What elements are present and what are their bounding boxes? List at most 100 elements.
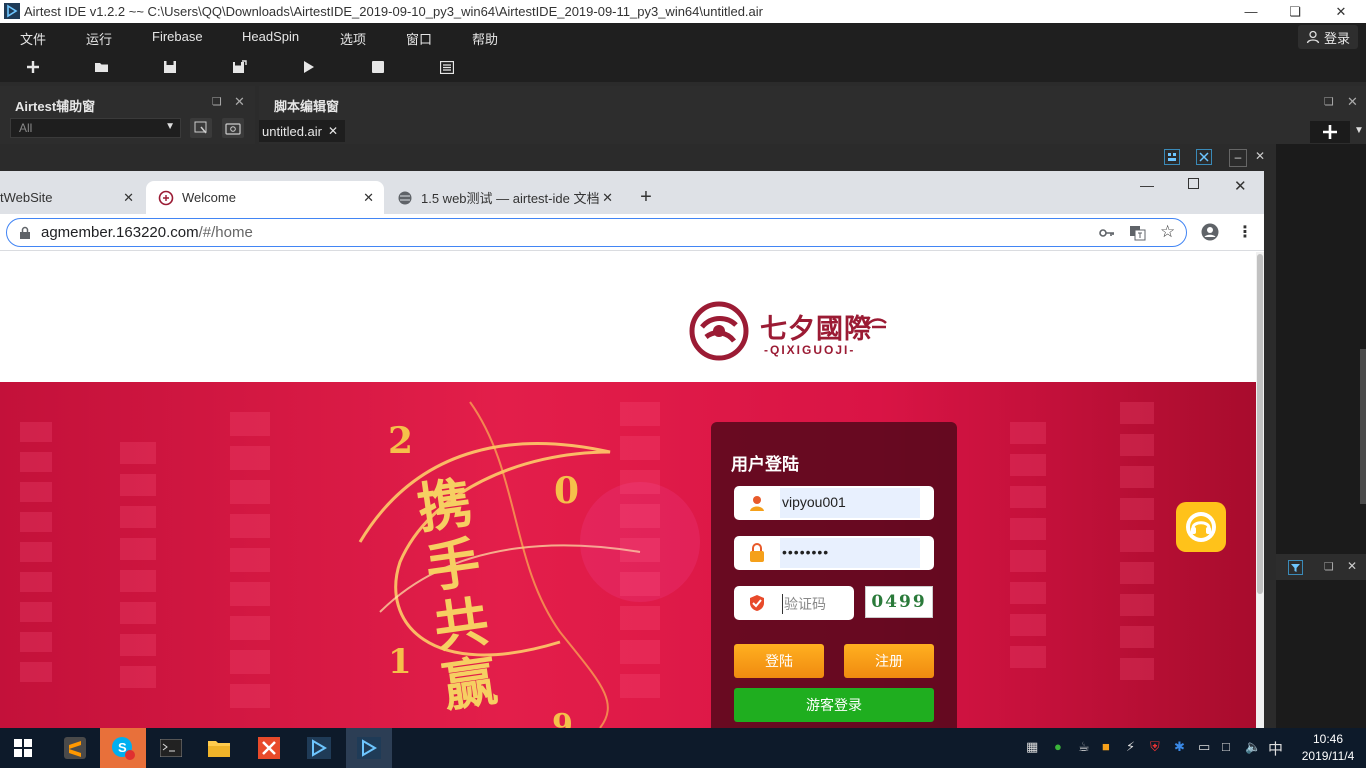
captcha-field[interactable]: 验证码	[734, 586, 854, 620]
browser-toolbar: agmember.163220.com/#/home ☆ ⋮	[0, 214, 1264, 251]
skype-app[interactable]: S	[100, 728, 146, 768]
plus-icon	[27, 61, 39, 73]
menu-options[interactable]: 选项	[340, 29, 366, 48]
float-panel-icon[interactable]: ❏	[212, 95, 222, 108]
menu-file[interactable]: 文件	[20, 29, 46, 48]
clock[interactable]: 10:46 2019/11/4	[1290, 731, 1366, 765]
float-editor-icon[interactable]: ❏	[1324, 95, 1334, 108]
bluetooth-icon[interactable]: ✱	[1174, 739, 1185, 755]
browser-minimize-button[interactable]: —	[1140, 177, 1154, 193]
close-window-button[interactable]: ✕	[1318, 0, 1364, 23]
editor-panel-title: 脚本编辑窗	[274, 99, 340, 114]
new-tab-button[interactable]	[1310, 121, 1350, 143]
menu-headspin[interactable]: HeadSpin	[242, 29, 299, 44]
airtest-app-2[interactable]	[346, 728, 392, 768]
banner-digit-9: 9	[552, 708, 573, 728]
profile-icon[interactable]	[1201, 223, 1219, 241]
web-page: 七夕國際 -QIXIGUOJI- 2 0 1 9 携手共赢 用户登陆 vipyo…	[0, 252, 1256, 728]
address-bar[interactable]: agmember.163220.com/#/home ☆	[6, 218, 1187, 247]
user-icon	[1306, 30, 1320, 44]
tools-icon[interactable]	[1196, 149, 1212, 165]
file-explorer-app[interactable]	[196, 728, 242, 768]
menu-run[interactable]: 运行	[86, 29, 112, 48]
close-device-icon[interactable]: ✕	[1255, 149, 1265, 163]
guest-login-button[interactable]: 游客登录	[734, 688, 934, 722]
captcha-image[interactable]: 0499	[865, 586, 933, 618]
browser-tab-welcome[interactable]: Welcome ✕	[146, 181, 384, 214]
dock-scrollbar[interactable]	[1360, 349, 1366, 504]
sublime-app[interactable]	[52, 728, 98, 768]
select-element-button[interactable]	[190, 118, 212, 138]
minimize-button[interactable]: —	[1228, 0, 1274, 23]
register-button[interactable]: 注册	[844, 644, 934, 678]
editor-tab-untitled[interactable]: untitled.air ✕	[259, 120, 345, 142]
key-icon[interactable]	[1099, 227, 1115, 239]
new-browser-tab-button[interactable]: +	[635, 187, 657, 209]
menu-help[interactable]: 帮助	[472, 29, 498, 48]
sublime-icon	[64, 737, 86, 759]
translate-icon[interactable]	[1129, 225, 1146, 241]
log-button[interactable]	[436, 56, 458, 78]
globe-icon	[398, 191, 412, 204]
menu-window[interactable]: 窗口	[406, 29, 432, 48]
close-tab-icon[interactable]: ✕	[363, 190, 374, 206]
close-panel-icon[interactable]: ✕	[234, 94, 245, 110]
toolbar	[0, 51, 1366, 82]
stop-button[interactable]	[367, 56, 389, 78]
record-button[interactable]	[222, 118, 244, 138]
menu-firebase[interactable]: Firebase	[152, 29, 203, 44]
browser-tab-airtest-docs[interactable]: 1.5 web测试 — airtest-ide 文档 ✕	[385, 181, 623, 214]
tab-menu-chevron-icon[interactable]: ▼	[1354, 125, 1364, 136]
close-tab-icon[interactable]: ✕	[602, 190, 613, 206]
browser-tab-website[interactable]: tWebSite ✕	[0, 181, 144, 214]
password-field[interactable]: ••••••••	[734, 536, 934, 570]
customer-service-button[interactable]	[1176, 502, 1226, 552]
airtest-ide-window: Airtest IDE v1.2.2 ~~ C:\Users\QQ\Downlo…	[0, 0, 1366, 768]
save-as-button[interactable]	[228, 56, 250, 78]
banner-digit-2: 2	[388, 420, 414, 462]
close-editor-icon[interactable]: ✕	[1347, 94, 1358, 110]
volume-muted-icon[interactable]: 🔈	[1245, 739, 1261, 755]
ime-indicator[interactable]: 中	[1268, 738, 1283, 759]
password-value: ••••••••	[782, 544, 830, 560]
banner-background	[20, 401, 1154, 728]
close-tab-icon[interactable]: ✕	[328, 124, 338, 138]
clock-time: 10:46	[1312, 732, 1344, 746]
xmind-app[interactable]	[246, 728, 292, 768]
page-scrollbar-thumb[interactable]	[1257, 254, 1263, 594]
battery-icon[interactable]: ▭	[1198, 739, 1210, 755]
minimize-device-icon[interactable]: –	[1229, 149, 1247, 167]
browser-maximize-button[interactable]	[1188, 178, 1199, 189]
qixi-favicon-icon	[158, 190, 174, 205]
java-tray-icon[interactable]: ☕	[1078, 739, 1090, 755]
browser-close-button[interactable]: ✕	[1234, 177, 1247, 195]
restore-button[interactable]: ❏	[1272, 0, 1318, 23]
close-tab-icon[interactable]: ✕	[123, 190, 134, 206]
page-scrollbar[interactable]	[1256, 252, 1264, 728]
run-button[interactable]	[298, 56, 320, 78]
airtest-app-1[interactable]	[296, 728, 342, 768]
browser-menu-icon[interactable]: ⋮	[1237, 222, 1253, 242]
open-script-button[interactable]	[91, 56, 113, 78]
headset-icon	[1186, 512, 1216, 542]
close-log-icon[interactable]: ✕	[1347, 559, 1357, 573]
login-submit-button[interactable]: 登陆	[734, 644, 824, 678]
login-button[interactable]: 登录	[1297, 25, 1358, 49]
new-script-button[interactable]	[22, 56, 44, 78]
keyboard-icon[interactable]: ▦	[1026, 739, 1038, 755]
logo-english-text: -QIXIGUOJI-	[764, 343, 856, 357]
tray-app-icon[interactable]: ■	[1102, 739, 1110, 754]
bookmark-star-icon[interactable]: ☆	[1160, 222, 1175, 242]
security-tray-icon[interactable]: ⛨	[1150, 739, 1160, 755]
terminal-app[interactable]	[148, 728, 194, 768]
filter-icon[interactable]	[1288, 560, 1303, 575]
network-off-icon[interactable]: ⚡	[1126, 739, 1135, 755]
save-button[interactable]	[159, 56, 181, 78]
layout-icon[interactable]	[1164, 149, 1180, 165]
float-log-icon[interactable]: ❏	[1324, 560, 1334, 573]
display-icon[interactable]: □	[1222, 739, 1230, 754]
device-filter-select[interactable]: All ▼	[10, 118, 181, 138]
wechat-tray-icon[interactable]: ●	[1054, 739, 1062, 754]
username-field[interactable]: vipyou001	[734, 486, 934, 520]
start-button[interactable]	[0, 728, 46, 768]
